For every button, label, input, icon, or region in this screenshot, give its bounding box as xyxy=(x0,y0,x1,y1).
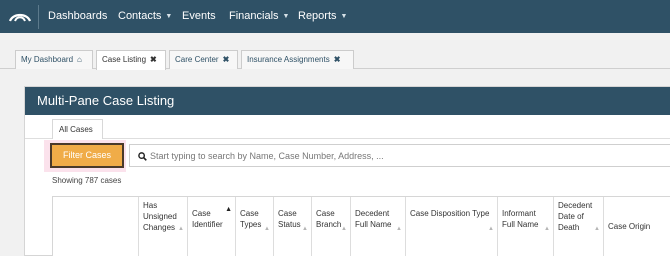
case-table: Has Unsigned Changes ▲ Case Identifier ▲… xyxy=(52,196,670,256)
tab-case-listing[interactable]: Case Listing ✖ xyxy=(96,50,166,70)
nav-reports[interactable]: Reports ▼ xyxy=(298,10,347,22)
tab-care-center[interactable]: Care Center ✖ xyxy=(169,50,238,69)
sort-icon: ▲ xyxy=(178,226,184,232)
search-input[interactable] xyxy=(150,147,660,164)
column-header-label: Case Origin xyxy=(608,222,651,231)
nav-contacts[interactable]: Contacts ▼ xyxy=(118,10,172,22)
column-header-label: Case Branch xyxy=(316,209,342,229)
tab-care-center-label: Care Center xyxy=(175,55,219,64)
column-header-decedent-date-of-death[interactable]: Decedent Date of Death ▲ xyxy=(554,197,604,256)
sort-icon: ▲ xyxy=(488,226,494,232)
nav-dashboards-label: Dashboards xyxy=(48,10,108,22)
column-header-decedent-full-name[interactable]: Decedent Full Name ▲ xyxy=(351,197,406,256)
nav-financials[interactable]: Financials ▼ xyxy=(229,10,289,22)
column-header-case-origin[interactable]: Case Origin xyxy=(604,197,670,256)
nav-financials-label: Financials xyxy=(229,10,279,22)
subtab-divider xyxy=(25,138,670,139)
search-box[interactable] xyxy=(129,144,670,167)
sort-icon: ▲ xyxy=(264,226,270,232)
tab-insurance-assignments[interactable]: Insurance Assignments ✖ xyxy=(241,50,354,69)
column-header-informant-full-name[interactable]: Informant Full Name ▲ xyxy=(498,197,554,256)
column-header-label: Case Types xyxy=(240,209,262,229)
panel-title: Multi-Pane Case Listing xyxy=(37,93,175,108)
sort-icon: ▲ xyxy=(594,226,600,232)
column-header-has-unsigned-changes[interactable]: Has Unsigned Changes ▲ xyxy=(139,197,188,256)
column-header-label: Case Status xyxy=(278,209,301,229)
home-icon: ⌂ xyxy=(77,55,82,64)
column-header-select xyxy=(53,197,139,256)
close-icon[interactable]: ✖ xyxy=(150,55,157,64)
sort-icon: ▲ xyxy=(341,226,347,232)
column-header-label: Case Disposition Type xyxy=(410,209,490,218)
chevron-down-icon: ▼ xyxy=(282,13,290,20)
sort-icon: ▲ xyxy=(544,226,550,232)
app-logo-icon[interactable] xyxy=(9,9,31,25)
chevron-down-icon: ▼ xyxy=(165,13,173,20)
close-icon[interactable]: ✖ xyxy=(223,55,230,64)
panel-header: Multi-Pane Case Listing xyxy=(25,87,670,115)
tab-my-dashboard-label: My Dashboard xyxy=(21,55,74,64)
column-header-case-identifier[interactable]: Case Identifier ▲ xyxy=(188,197,236,256)
column-header-case-branch[interactable]: Case Branch ▲ xyxy=(312,197,351,256)
nav-divider xyxy=(38,5,39,29)
sort-icon: ▲ xyxy=(396,226,402,232)
tab-case-listing-label: Case Listing xyxy=(102,55,147,64)
search-icon xyxy=(138,152,147,161)
sort-ascending-icon: ▲ xyxy=(225,206,232,213)
filter-cases-button[interactable]: Filter Cases xyxy=(50,143,124,168)
tab-insurance-assignments-label: Insurance Assignments xyxy=(247,55,330,64)
nav-dashboards[interactable]: Dashboards xyxy=(48,10,107,22)
nav-events[interactable]: Events xyxy=(182,10,216,22)
tab-my-dashboard[interactable]: My Dashboard ⌂ xyxy=(15,50,93,69)
tab-all-cases[interactable]: All Cases xyxy=(52,119,103,139)
close-icon[interactable]: ✖ xyxy=(334,55,341,64)
top-navbar: Dashboards Contacts ▼ Events Financials ▼ … xyxy=(0,0,670,33)
sort-icon: ▲ xyxy=(302,226,308,232)
nav-reports-label: Reports xyxy=(298,10,337,22)
nav-contacts-label: Contacts xyxy=(118,10,162,22)
chevron-down-icon: ▼ xyxy=(340,13,348,20)
column-header-case-status[interactable]: Case Status ▲ xyxy=(274,197,312,256)
nav-events-label: Events xyxy=(182,10,216,22)
case-count: Showing 787 cases xyxy=(52,176,122,185)
column-header-case-disposition-type[interactable]: Case Disposition Type ▲ xyxy=(406,197,498,256)
case-listing-panel: Multi-Pane Case Listing All Cases Filter… xyxy=(24,86,670,256)
column-header-case-types[interactable]: Case Types ▲ xyxy=(236,197,274,256)
